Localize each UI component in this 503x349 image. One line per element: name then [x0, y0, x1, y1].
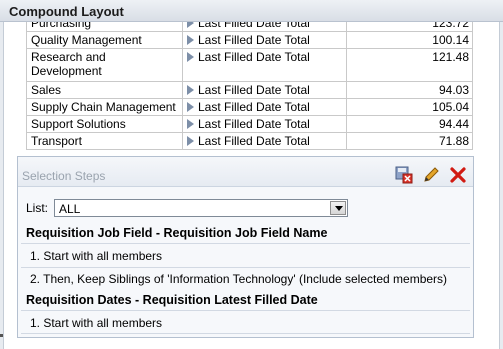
measure-label: Last Filled Date Total [198, 22, 310, 30]
value-cell: 94.44 [346, 115, 473, 133]
row-label: Supply Chain Management [26, 98, 183, 116]
selection-step[interactable]: 1. Start with all members [30, 249, 162, 263]
measure-label: Last Filled Date Total [198, 117, 310, 131]
measure-label: Last Filled Date Total [198, 33, 310, 47]
value-cell: 123.72 [346, 22, 473, 32]
left-frame-edge [0, 22, 4, 349]
resize-grip[interactable] [0, 334, 3, 337]
window-titlebar: Compound Layout [0, 0, 503, 22]
expand-triangle-icon[interactable] [187, 35, 194, 45]
list-filter-row: List: ALL [26, 199, 356, 217]
table-row: Transport Last Filled Date Total 71.88 [26, 132, 473, 150]
measure-label: Last Filled Date Total [198, 50, 310, 64]
step-group-title: Requisition Job Field - Requisition Job … [26, 226, 328, 240]
list-label: List: [26, 201, 49, 215]
selection-steps-title: Selection Steps [22, 169, 106, 183]
table-row: Quality Management Last Filled Date Tota… [26, 31, 473, 49]
pivot-table: Purchasing Last Filled Date Total 123.72… [26, 22, 473, 150]
layout-content: Purchasing Last Filled Date Total 123.72… [14, 22, 489, 349]
measure-cell[interactable]: Last Filled Date Total [182, 81, 347, 99]
row-label: Sales [26, 81, 183, 99]
measure-cell[interactable]: Last Filled Date Total [182, 132, 347, 150]
measure-cell[interactable]: Last Filled Date Total [182, 31, 347, 49]
measure-cell[interactable]: Last Filled Date Total [182, 98, 347, 116]
divider [21, 310, 470, 311]
measure-label: Last Filled Date Total [198, 100, 310, 114]
divider [21, 267, 470, 268]
selection-step[interactable]: 1. Start with all members [30, 316, 162, 330]
measure-cell[interactable]: Last Filled Date Total [182, 22, 347, 32]
measure-cell[interactable]: Last Filled Date Total [182, 48, 347, 82]
row-label: Quality Management [26, 31, 183, 49]
table-row: Support Solutions Last Filled Date Total… [26, 115, 473, 133]
divider [21, 243, 470, 244]
list-select-value: ALL [59, 202, 81, 216]
measure-cell[interactable]: Last Filled Date Total [182, 115, 347, 133]
measure-label: Last Filled Date Total [198, 134, 310, 148]
row-label: Purchasing [26, 22, 183, 32]
expand-triangle-icon[interactable] [187, 85, 194, 95]
measure-label: Last Filled Date Total [198, 83, 310, 97]
value-cell: 94.03 [346, 81, 473, 99]
chevron-down-icon[interactable] [330, 201, 346, 215]
selection-step[interactable]: 2. Then, Keep Siblings of 'Information T… [30, 272, 447, 286]
table-row: Supply Chain Management Last Filled Date… [26, 98, 473, 116]
save-icon[interactable] [395, 166, 413, 184]
row-label: Transport [26, 132, 183, 150]
table-row: Sales Last Filled Date Total 94.03 [26, 81, 473, 99]
divider [21, 333, 470, 334]
edit-pencil-icon[interactable] [422, 166, 440, 184]
table-row: Research and Development Last Filled Dat… [26, 48, 473, 82]
table-row: Purchasing Last Filled Date Total 123.72 [26, 22, 473, 32]
value-cell: 105.04 [346, 98, 473, 116]
row-label: Support Solutions [26, 115, 183, 133]
selection-steps-header: Selection Steps [18, 157, 473, 187]
list-select[interactable]: ALL [54, 199, 348, 217]
row-label: Research and Development [26, 48, 183, 82]
value-cell: 71.88 [346, 132, 473, 150]
step-group-title: Requisition Dates - Requisition Latest F… [26, 293, 318, 307]
value-cell: 121.48 [346, 48, 473, 82]
expand-triangle-icon[interactable] [187, 52, 194, 62]
expand-triangle-icon[interactable] [187, 22, 194, 28]
selection-steps-panel: Selection Steps List: ALL Requisition Jo… [17, 156, 474, 338]
expand-triangle-icon[interactable] [187, 102, 194, 112]
value-cell: 100.14 [346, 31, 473, 49]
expand-triangle-icon[interactable] [187, 136, 194, 146]
delete-x-icon[interactable] [449, 166, 467, 184]
right-scrollbar-edge[interactable] [499, 22, 503, 349]
expand-triangle-icon[interactable] [187, 119, 194, 129]
window-title: Compound Layout [9, 4, 124, 19]
